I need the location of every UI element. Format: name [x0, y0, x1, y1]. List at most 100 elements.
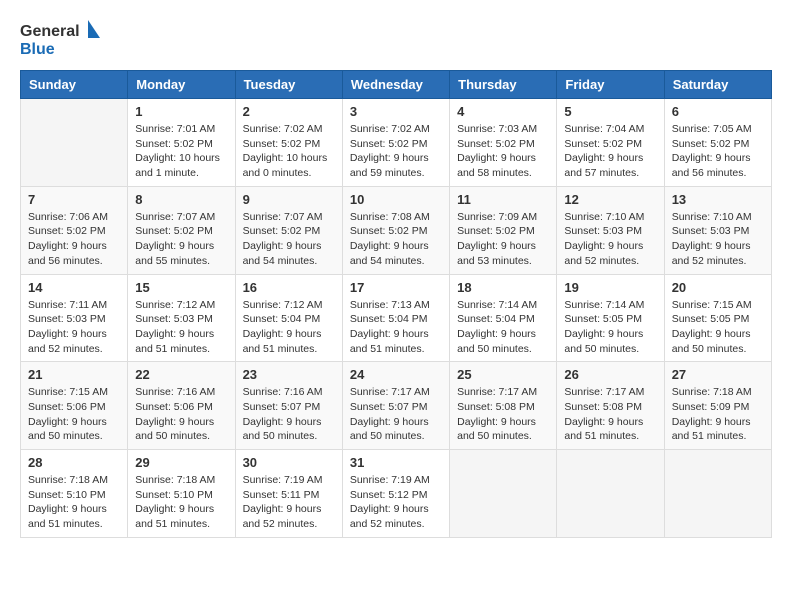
day-info: Sunrise: 7:05 AM Sunset: 5:02 PM Dayligh… — [672, 122, 764, 181]
day-info: Sunrise: 7:19 AM Sunset: 5:12 PM Dayligh… — [350, 473, 442, 532]
day-info: Sunrise: 7:14 AM Sunset: 5:05 PM Dayligh… — [564, 298, 656, 357]
calendar-cell: 14 Sunrise: 7:11 AM Sunset: 5:03 PM Dayli… — [21, 274, 128, 362]
day-number: 9 — [243, 192, 335, 207]
day-number: 18 — [457, 280, 549, 295]
day-info: Sunrise: 7:17 AM Sunset: 5:07 PM Dayligh… — [350, 385, 442, 444]
calendar-cell: 13 Sunrise: 7:10 AM Sunset: 5:03 PM Dayli… — [664, 186, 771, 274]
day-number: 17 — [350, 280, 442, 295]
day-number: 23 — [243, 367, 335, 382]
day-number: 13 — [672, 192, 764, 207]
page-header: GeneralBlue — [20, 20, 772, 60]
calendar-cell: 27Sunrise: 7:18 AM Sunset: 5:09 PM Dayli… — [664, 362, 771, 450]
day-number: 11 — [457, 192, 549, 207]
day-info: Sunrise: 7:11 AM Sunset: 5:03 PM Dayligh… — [28, 298, 120, 357]
calendar-cell: 1Sunrise: 7:01 AM Sunset: 5:02 PM Daylig… — [128, 99, 235, 187]
calendar-week-row: 7 Sunrise: 7:06 AM Sunset: 5:02 PM Daylig… — [21, 186, 772, 274]
day-info: Sunrise: 7:10 AM Sunset: 5:03 PM Dayligh… — [672, 210, 764, 269]
calendar-cell: 12 Sunrise: 7:10 AM Sunset: 5:03 PM Dayli… — [557, 186, 664, 274]
weekday-header-monday: Monday — [128, 71, 235, 99]
day-number: 29 — [135, 455, 227, 470]
calendar-cell: 6 Sunrise: 7:05 AM Sunset: 5:02 PM Daylig… — [664, 99, 771, 187]
calendar-cell: 19 Sunrise: 7:14 AM Sunset: 5:05 PM Dayli… — [557, 274, 664, 362]
day-number: 25 — [457, 367, 549, 382]
day-number: 2 — [243, 104, 335, 119]
calendar-week-row: 1Sunrise: 7:01 AM Sunset: 5:02 PM Daylig… — [21, 99, 772, 187]
day-info: Sunrise: 7:04 AM Sunset: 5:02 PM Dayligh… — [564, 122, 656, 181]
day-number: 22 — [135, 367, 227, 382]
weekday-header-friday: Friday — [557, 71, 664, 99]
calendar-cell — [557, 450, 664, 538]
day-info: Sunrise: 7:16 AM Sunset: 5:07 PM Dayligh… — [243, 385, 335, 444]
calendar-cell — [450, 450, 557, 538]
calendar-cell: 20 Sunrise: 7:15 AM Sunset: 5:05 PM Dayli… — [664, 274, 771, 362]
day-number: 6 — [672, 104, 764, 119]
day-info: Sunrise: 7:10 AM Sunset: 5:03 PM Dayligh… — [564, 210, 656, 269]
calendar-cell: 4Sunrise: 7:03 AM Sunset: 5:02 PM Daylig… — [450, 99, 557, 187]
day-info: Sunrise: 7:18 AM Sunset: 5:10 PM Dayligh… — [135, 473, 227, 532]
calendar-cell: 2 Sunrise: 7:02 AM Sunset: 5:02 PM Daylig… — [235, 99, 342, 187]
calendar-cell: 11 Sunrise: 7:09 AM Sunset: 5:02 PM Dayli… — [450, 186, 557, 274]
day-info: Sunrise: 7:08 AM Sunset: 5:02 PM Dayligh… — [350, 210, 442, 269]
day-info: Sunrise: 7:03 AM Sunset: 5:02 PM Dayligh… — [457, 122, 549, 181]
day-info: Sunrise: 7:14 AM Sunset: 5:04 PM Dayligh… — [457, 298, 549, 357]
logo-svg: GeneralBlue — [20, 20, 100, 60]
day-info: Sunrise: 7:07 AM Sunset: 5:02 PM Dayligh… — [135, 210, 227, 269]
calendar-week-row: 28 Sunrise: 7:18 AM Sunset: 5:10 PM Dayli… — [21, 450, 772, 538]
svg-text:Blue: Blue — [20, 41, 55, 58]
day-info: Sunrise: 7:06 AM Sunset: 5:02 PM Dayligh… — [28, 210, 120, 269]
day-info: Sunrise: 7:15 AM Sunset: 5:06 PM Dayligh… — [28, 385, 120, 444]
weekday-header-thursday: Thursday — [450, 71, 557, 99]
day-info: Sunrise: 7:12 AM Sunset: 5:04 PM Dayligh… — [243, 298, 335, 357]
calendar-week-row: 14 Sunrise: 7:11 AM Sunset: 5:03 PM Dayli… — [21, 274, 772, 362]
calendar-cell — [664, 450, 771, 538]
calendar-cell: 9Sunrise: 7:07 AM Sunset: 5:02 PM Daylig… — [235, 186, 342, 274]
day-number: 28 — [28, 455, 120, 470]
calendar-cell: 15 Sunrise: 7:12 AM Sunset: 5:03 PM Dayli… — [128, 274, 235, 362]
calendar-cell: 31 Sunrise: 7:19 AM Sunset: 5:12 PM Dayli… — [342, 450, 449, 538]
day-number: 12 — [564, 192, 656, 207]
calendar-cell: 30Sunrise: 7:19 AM Sunset: 5:11 PM Dayli… — [235, 450, 342, 538]
weekday-header-sunday: Sunday — [21, 71, 128, 99]
day-info: Sunrise: 7:16 AM Sunset: 5:06 PM Dayligh… — [135, 385, 227, 444]
day-info: Sunrise: 7:15 AM Sunset: 5:05 PM Dayligh… — [672, 298, 764, 357]
calendar-cell: 3 Sunrise: 7:02 AM Sunset: 5:02 PM Daylig… — [342, 99, 449, 187]
day-number: 16 — [243, 280, 335, 295]
weekday-header-saturday: Saturday — [664, 71, 771, 99]
calendar-cell: 28 Sunrise: 7:18 AM Sunset: 5:10 PM Dayli… — [21, 450, 128, 538]
calendar-cell: 22 Sunrise: 7:16 AM Sunset: 5:06 PM Dayli… — [128, 362, 235, 450]
day-number: 14 — [28, 280, 120, 295]
day-info: Sunrise: 7:17 AM Sunset: 5:08 PM Dayligh… — [457, 385, 549, 444]
calendar-cell: 24Sunrise: 7:17 AM Sunset: 5:07 PM Dayli… — [342, 362, 449, 450]
calendar-cell: 16 Sunrise: 7:12 AM Sunset: 5:04 PM Dayli… — [235, 274, 342, 362]
day-info: Sunrise: 7:12 AM Sunset: 5:03 PM Dayligh… — [135, 298, 227, 357]
calendar-table: SundayMondayTuesdayWednesdayThursdayFrid… — [20, 70, 772, 538]
day-info: Sunrise: 7:09 AM Sunset: 5:02 PM Dayligh… — [457, 210, 549, 269]
day-number: 10 — [350, 192, 442, 207]
day-info: Sunrise: 7:02 AM Sunset: 5:02 PM Dayligh… — [350, 122, 442, 181]
logo: GeneralBlue — [20, 20, 100, 60]
day-number: 31 — [350, 455, 442, 470]
calendar-cell: 26Sunrise: 7:17 AM Sunset: 5:08 PM Dayli… — [557, 362, 664, 450]
calendar-cell: 7 Sunrise: 7:06 AM Sunset: 5:02 PM Daylig… — [21, 186, 128, 274]
calendar-cell: 23 Sunrise: 7:16 AM Sunset: 5:07 PM Dayli… — [235, 362, 342, 450]
calendar-cell — [21, 99, 128, 187]
day-number: 8 — [135, 192, 227, 207]
calendar-cell: 5 Sunrise: 7:04 AM Sunset: 5:02 PM Daylig… — [557, 99, 664, 187]
weekday-header-wednesday: Wednesday — [342, 71, 449, 99]
day-info: Sunrise: 7:01 AM Sunset: 5:02 PM Dayligh… — [135, 122, 227, 181]
day-number: 5 — [564, 104, 656, 119]
calendar-week-row: 21 Sunrise: 7:15 AM Sunset: 5:06 PM Dayli… — [21, 362, 772, 450]
calendar-cell: 10 Sunrise: 7:08 AM Sunset: 5:02 PM Dayli… — [342, 186, 449, 274]
day-number: 20 — [672, 280, 764, 295]
day-info: Sunrise: 7:18 AM Sunset: 5:10 PM Dayligh… — [28, 473, 120, 532]
day-number: 21 — [28, 367, 120, 382]
day-number: 3 — [350, 104, 442, 119]
day-number: 15 — [135, 280, 227, 295]
day-number: 26 — [564, 367, 656, 382]
day-info: Sunrise: 7:02 AM Sunset: 5:02 PM Dayligh… — [243, 122, 335, 181]
day-number: 19 — [564, 280, 656, 295]
calendar-cell: 8 Sunrise: 7:07 AM Sunset: 5:02 PM Daylig… — [128, 186, 235, 274]
day-number: 27 — [672, 367, 764, 382]
weekday-header-tuesday: Tuesday — [235, 71, 342, 99]
day-number: 7 — [28, 192, 120, 207]
